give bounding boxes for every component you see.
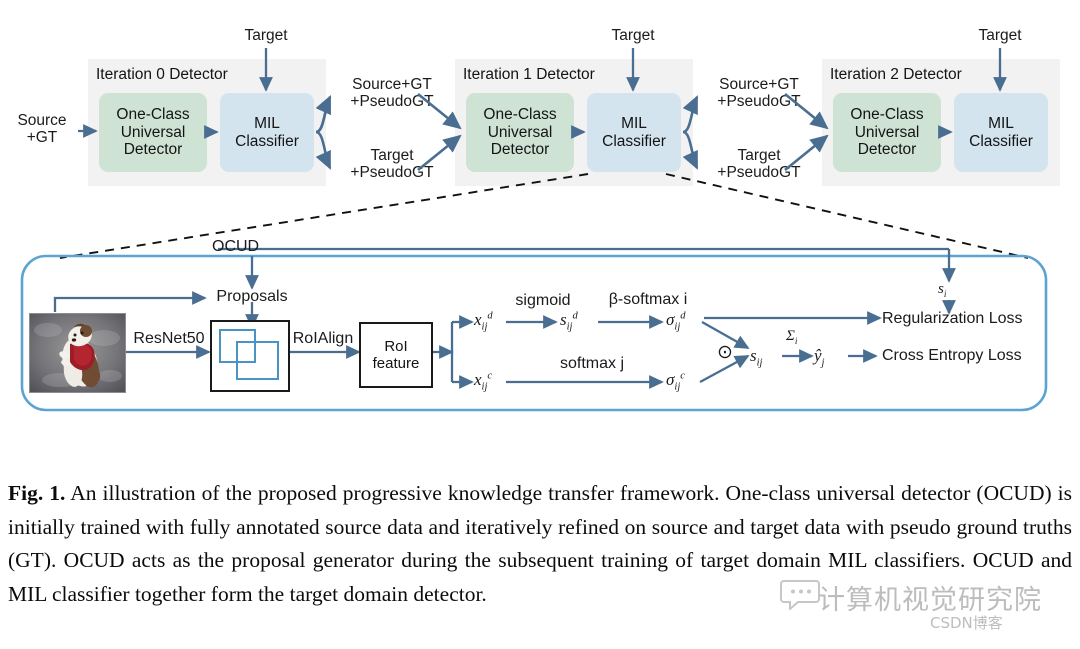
proposal-rect-2 <box>236 341 279 380</box>
figure-1: Iteration 0 Detector Iteration 1 Detecto… <box>0 0 1080 649</box>
figure-caption: Fig. 1. An illustration of the proposed … <box>8 477 1072 611</box>
roi-feature-box: RoI feature <box>359 322 433 388</box>
caption-bold-prefix: Fig. 1. <box>8 481 66 505</box>
caption-body: An illustration of the proposed progress… <box>8 481 1072 606</box>
thumbnail-art <box>30 314 125 392</box>
input-image-thumbnail <box>29 313 126 393</box>
